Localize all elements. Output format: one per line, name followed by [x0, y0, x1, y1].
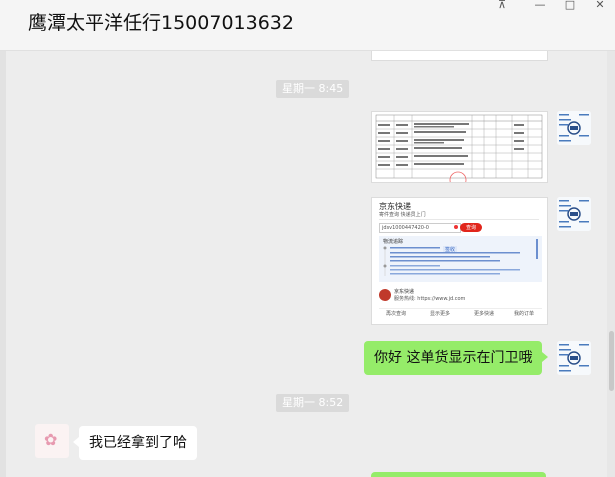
title-bar: 鹰潭太平洋任行15007013632 ⊼ — □ ✕ — [0, 0, 615, 51]
message-received[interactable]: 我已经拿到了哈 — [73, 426, 197, 460]
tracking-input: jdsv1000447420-0 — [379, 223, 461, 233]
courier-phone: 服务热线: https://www.jd.com — [394, 296, 466, 302]
avatar-self-image — [557, 111, 591, 145]
message-sent[interactable]: 你好 这单货显示在门卫哦 — [364, 341, 549, 375]
scrollbar-thumb[interactable] — [609, 331, 614, 391]
maximize-button[interactable]: □ — [560, 0, 580, 14]
close-button[interactable]: ✕ — [590, 0, 610, 14]
minimize-button[interactable]: — — [530, 0, 550, 14]
courier-name: 京东快递 — [394, 289, 415, 295]
timestamp: 星期一 8:52 — [276, 394, 350, 412]
image-message-tracking[interactable]: 京东快递 寄件查询 快递员上门 jdsv1000447420-0 查询 物流追踪… — [371, 197, 548, 325]
chat-area[interactable]: 星期一 8:45 京东快递 寄件查询 快递员上门 jdsv1000447420-… — [0, 51, 615, 477]
image-message-invoice[interactable] — [371, 111, 548, 183]
tracking-detail-box: 物流追踪 签收 — [379, 236, 542, 282]
message-sent-partial[interactable] — [371, 472, 546, 477]
avatar-contact[interactable]: ✿ — [35, 424, 69, 458]
tracking-action-2: 显示更多 — [430, 311, 451, 317]
pin-icon[interactable]: ⊼ — [492, 0, 512, 14]
courier-logo — [379, 289, 391, 301]
tracking-action-1: 再次查询 — [386, 311, 407, 317]
invoice-table-image — [375, 114, 543, 182]
avatar-self-image — [557, 197, 591, 231]
flower-icon: ✿ — [44, 430, 58, 449]
image-message-partial[interactable] — [371, 51, 548, 61]
avatar-self[interactable] — [557, 341, 591, 375]
scrollbar[interactable] — [607, 51, 615, 477]
avatar-self-image — [557, 341, 591, 375]
avatar-self[interactable] — [557, 111, 591, 145]
tracking-tabs: 寄件查询 快递员上门 — [379, 212, 426, 218]
tracking-search-button: 查询 — [460, 223, 482, 232]
timestamp: 星期一 8:45 — [276, 80, 350, 98]
avatar-self[interactable] — [557, 197, 591, 231]
tracking-action-3: 更多快递 — [474, 311, 495, 317]
tracking-action-4: 我的订单 — [514, 311, 535, 317]
left-divider — [0, 51, 6, 477]
chat-title: 鹰潭太平洋任行15007013632 — [28, 12, 294, 34]
